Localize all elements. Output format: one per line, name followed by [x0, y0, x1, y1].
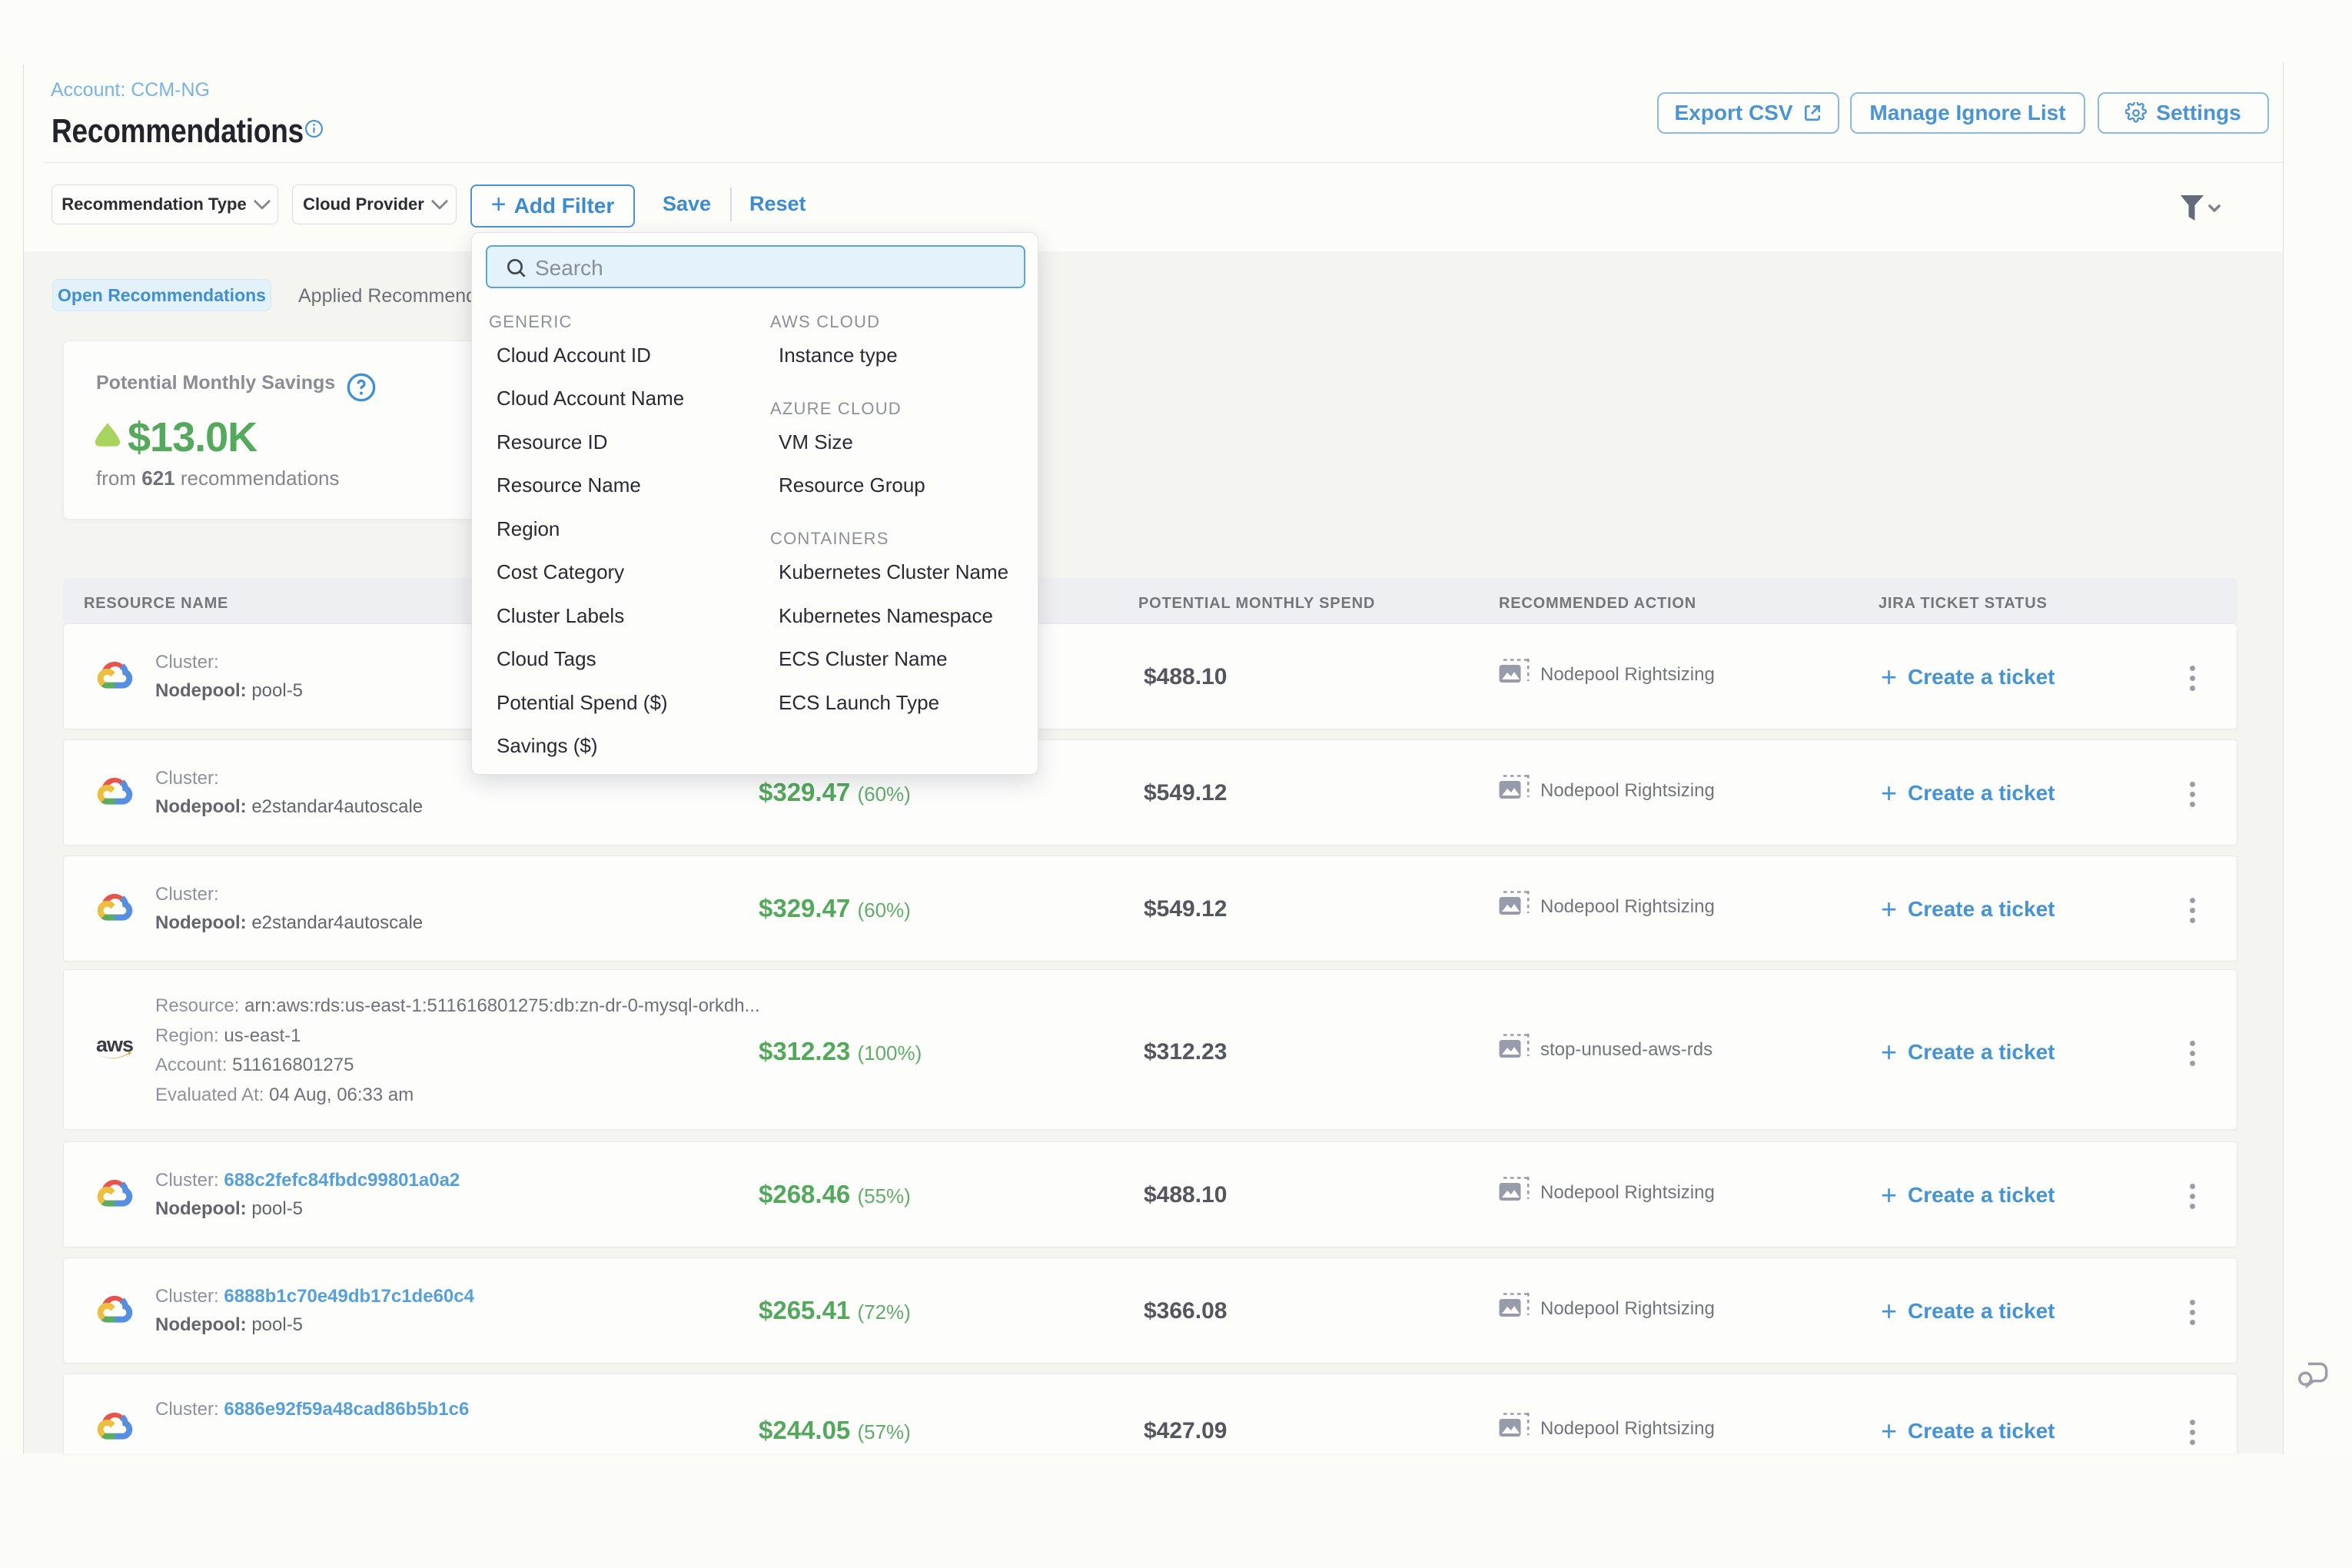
svg-text:aws: aws — [96, 1033, 133, 1056]
